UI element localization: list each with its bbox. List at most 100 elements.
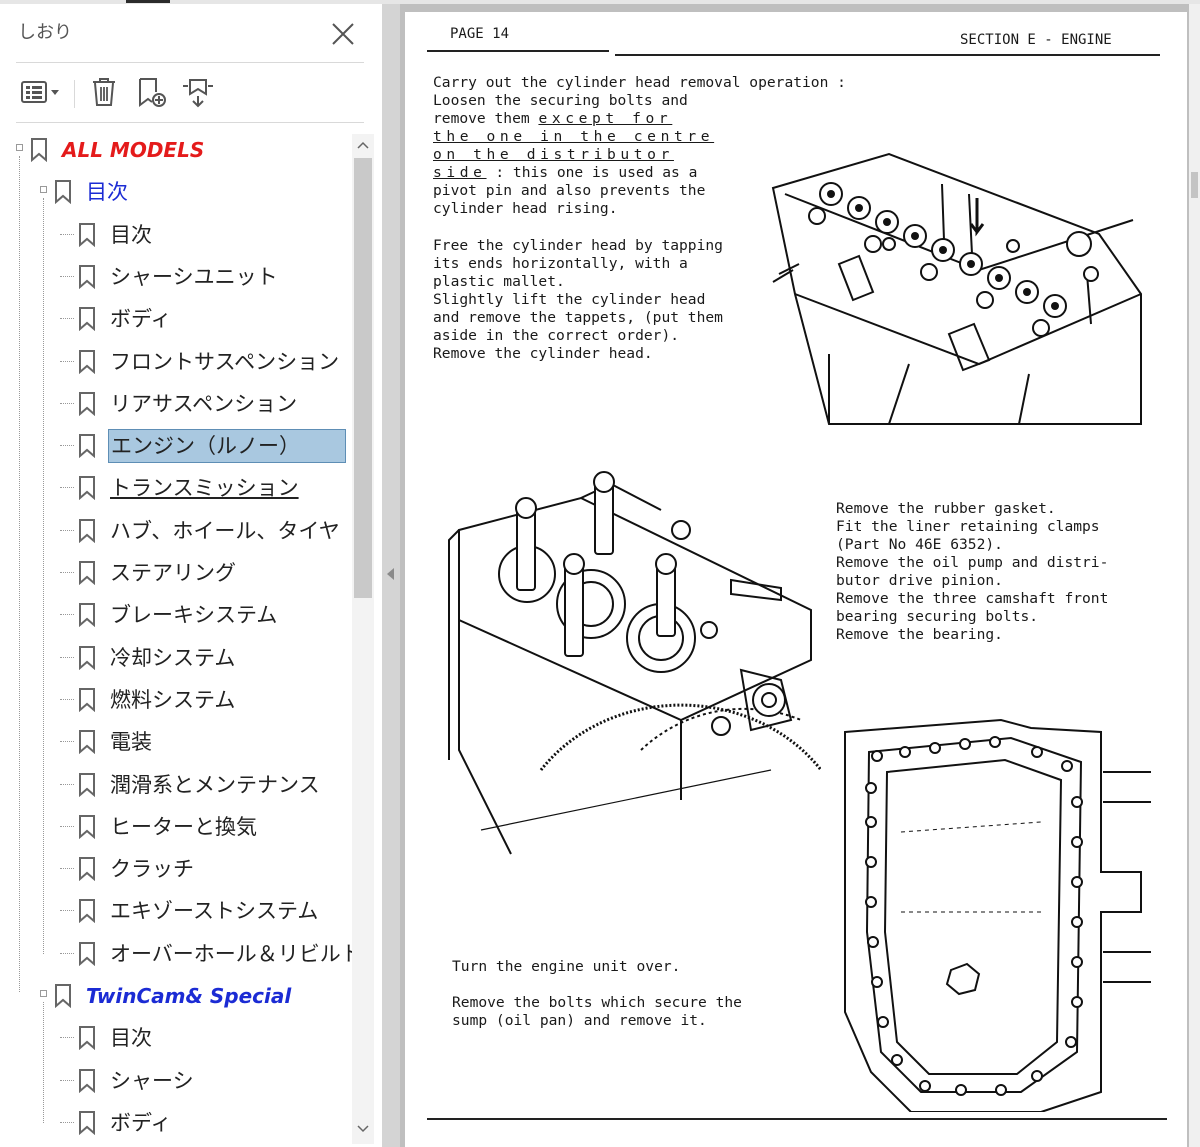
bookmark-item[interactable]: 電装 — [14, 722, 354, 760]
bookmark-label: フロントサスペンション — [110, 349, 340, 374]
bookmark-icon — [78, 349, 96, 374]
scroll-down-icon[interactable] — [357, 1124, 369, 1134]
scrollbar-thumb[interactable] — [1191, 172, 1198, 198]
instruction-line: Loosen the securing bolts and — [433, 92, 688, 109]
close-panel-button[interactable] — [328, 19, 358, 49]
tree-connector — [60, 614, 74, 616]
bookmark-item[interactable]: ボディ — [14, 1103, 354, 1141]
bookmark-icon — [54, 180, 72, 205]
instruction-line: Slightly lift the cylinder head — [433, 291, 706, 308]
scrollbar-thumb[interactable] — [354, 158, 372, 598]
bookmark-icon — [78, 645, 96, 670]
bookmark-icon — [78, 1026, 96, 1051]
bookmark-item[interactable]: トランスミッション — [14, 468, 354, 506]
header-rule — [615, 54, 1160, 56]
bookmark-label: エンジン（ルノー） — [108, 429, 346, 464]
bookmark-item[interactable]: エンジン（ルノー） — [14, 426, 354, 464]
bookmark-item[interactable]: フロントサスペンション — [14, 342, 354, 380]
bookmark-icon — [78, 814, 96, 839]
scroll-up-icon[interactable] — [357, 140, 369, 150]
bookmark-item[interactable]: エキゾーストシステム — [14, 891, 354, 929]
instruction-line: side : this one is used as a — [433, 164, 697, 182]
bookmark-item[interactable]: シャーシユニット — [14, 257, 354, 295]
instruction-line: Remove the three camshaft front — [836, 590, 1109, 607]
instruction-line: Remove the bolts which secure the — [452, 994, 742, 1011]
instruction-line: Turn the engine unit over. — [452, 958, 681, 975]
bookmark-root[interactable]: ALL MODELS — [14, 130, 354, 168]
bookmark-label: オーバーホール＆リビルト — [110, 941, 354, 966]
bookmark-icon — [78, 561, 96, 586]
bookmark-item[interactable]: 目次 — [14, 1018, 354, 1056]
instruction-line: sump (oil pan) and remove it. — [452, 1012, 707, 1029]
bookmark-item[interactable]: シャーシ — [14, 1061, 354, 1099]
bookmark-item[interactable]: 燃料システム — [14, 680, 354, 718]
bookmark-label: トランスミッション — [110, 476, 299, 501]
bookmark-label: エキゾーストシステム — [110, 899, 319, 924]
bookmark-item[interactable]: 目次 — [14, 215, 354, 253]
tree-connector — [60, 445, 74, 447]
tree-connector — [60, 825, 74, 827]
collapse-left-icon[interactable] — [387, 568, 394, 580]
instruction-line: Remove the cylinder head. — [433, 345, 653, 362]
bookmark-icon — [78, 518, 96, 543]
tree-connector — [60, 656, 74, 658]
emphasis-text: on the distributor — [433, 146, 674, 163]
active-tab-marker — [126, 0, 170, 3]
options-menu-button[interactable] — [20, 74, 64, 110]
document-scrollbar[interactable] — [1189, 4, 1200, 1147]
instruction-line: butor drive pinion. — [836, 572, 1003, 589]
bookmark-icon — [78, 1068, 96, 1093]
bookmark-icon — [78, 264, 96, 290]
bookmark-item[interactable]: ボディ — [14, 299, 354, 337]
panel-splitter[interactable] — [382, 4, 400, 1147]
bookmark-label: シャーシ — [110, 1068, 194, 1093]
tree-connector — [60, 487, 74, 489]
tree-connector — [60, 1121, 74, 1123]
bookmark-item[interactable]: オーバーホール＆リビルト — [14, 934, 354, 972]
bookmark-label: ボディ — [110, 307, 172, 332]
bookmark-icon — [78, 434, 96, 459]
bookmark-item[interactable]: ステアリング — [14, 553, 354, 591]
tree-expander-icon[interactable] — [16, 144, 23, 151]
emphasis-text: side — [433, 164, 487, 181]
bookmark-item[interactable]: 潤滑系とメンテナンス — [14, 765, 354, 803]
bookmark-item[interactable]: リアサスペンション — [14, 384, 354, 422]
tree-connector — [60, 910, 74, 912]
instruction-line: aside in the correct order). — [433, 327, 680, 344]
close-icon — [332, 23, 354, 45]
bookmark-label: ハブ、ホイール、タイヤ — [110, 518, 340, 543]
section-label: SECTION E - ENGINE — [960, 32, 1112, 48]
bookmark-label: 潤滑系とメンテナンス — [110, 772, 320, 797]
instruction-line: Remove the oil pump and distri- — [836, 554, 1109, 571]
bookmark-item[interactable]: ハブ、ホイール、タイヤ — [14, 511, 354, 549]
bookmark-item[interactable]: クラッチ — [14, 849, 354, 887]
bookmark-label: ボディ — [110, 1110, 172, 1135]
bookmark-group[interactable]: 目次 — [14, 172, 354, 210]
document-viewer: PAGE 14 SECTION E - ENGINE Carry out the… — [400, 4, 1200, 1147]
tree-expander-icon[interactable] — [40, 990, 47, 997]
new-bookmark-button[interactable] — [134, 74, 170, 110]
bookmark-scrollbar[interactable] — [352, 134, 374, 1144]
instruction-line: (Part No 46E 6352). — [836, 536, 1003, 553]
emphasis-text: except for — [538, 110, 673, 127]
expand-bookmark-icon — [183, 79, 213, 108]
sump-illustration — [844, 718, 1151, 1112]
bookmark-icon — [78, 730, 96, 755]
instruction-line: Remove the rubber gasket. — [836, 500, 1056, 517]
tree-connector — [60, 360, 74, 362]
bookmark-item[interactable]: ヒーターと換気 — [14, 807, 354, 845]
tree-connector — [60, 233, 74, 235]
bookmark-group[interactable]: TwinCam& Special — [14, 976, 354, 1014]
expand-bookmark-button[interactable] — [180, 74, 216, 110]
bookmark-item[interactable]: 冷却システム — [14, 638, 354, 676]
tree-expander-icon[interactable] — [40, 186, 47, 194]
bookmark-label: シャーシユニット — [110, 264, 278, 289]
delete-bookmark-button[interactable] — [86, 74, 122, 110]
bookmark-label: 目次 — [110, 222, 152, 247]
bookmarks-panel: しおり ALL MODELS 目次 目次 シャーシユニット ボディ フロントサス… — [0, 4, 382, 1147]
bookmark-item[interactable]: ブレーキシステム — [14, 595, 354, 633]
instruction-line: remove them except for — [433, 110, 672, 128]
bookmark-icon — [78, 603, 96, 628]
tree-connector — [60, 402, 74, 404]
bookmark-tree: ALL MODELS 目次 目次 シャーシユニット ボディ フロントサスペンション リアサス… — [14, 130, 354, 1145]
